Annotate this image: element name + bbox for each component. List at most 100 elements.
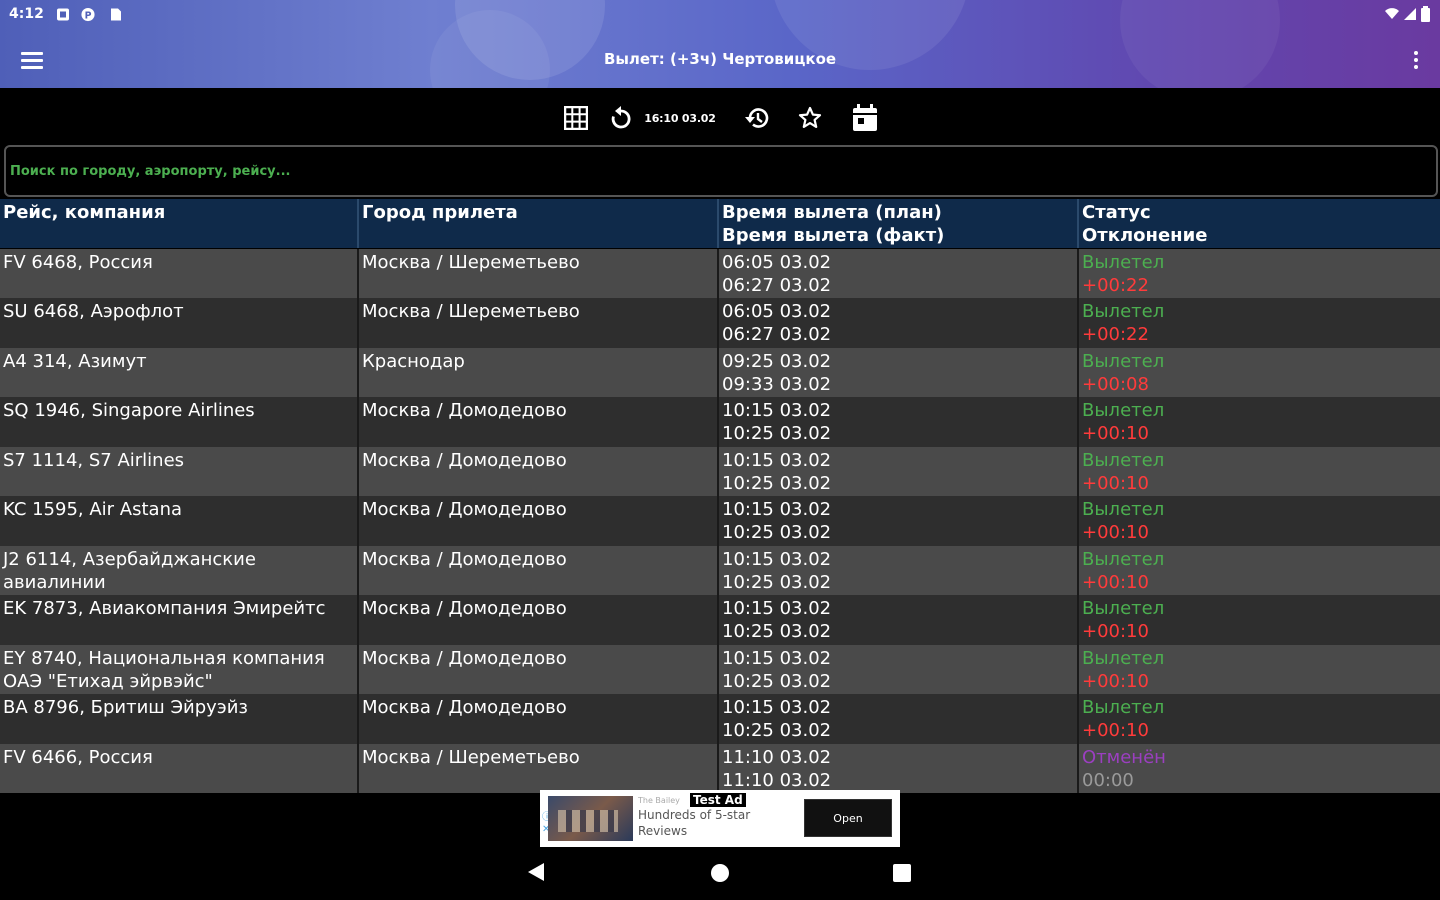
time-fact: 10:25 03.02 [722, 423, 832, 444]
ad-text[interactable]: Hundreds of 5-star Reviews [638, 807, 788, 839]
cell-status: Вылетел +00:10 [1079, 446, 1440, 496]
cell-time: 10:15 03.02 10:25 03.02 [719, 595, 1079, 645]
history-icon[interactable] [743, 103, 771, 133]
cell-flight: A4 314, Азимут [0, 347, 359, 397]
cell-status: Отменён 00:00 [1079, 743, 1440, 793]
update-time: 16:10 03.02 [644, 111, 716, 125]
favorites-star-icon[interactable] [797, 103, 823, 133]
time-plan: 09:25 03.02 [722, 350, 832, 372]
table-row[interactable]: KC 1595, Air Astana Москва / Домодедово 10… [0, 496, 1440, 546]
notification-icon [57, 8, 69, 21]
cell-time: 10:15 03.02 10:25 03.02 [719, 496, 1079, 546]
status-text: Вылетел [1082, 598, 1165, 619]
time-fact: 06:27 03.02 [722, 274, 832, 296]
time-plan: 06:05 03.02 [722, 301, 832, 322]
wifi-icon [1385, 8, 1399, 19]
ad-open-button[interactable]: Open [804, 799, 892, 837]
status-text: Вылетел [1082, 301, 1165, 322]
table-row[interactable]: EK 7873, Авиакомпания Эмирейтс Москва / Д… [0, 595, 1440, 645]
deviation-text: +00:10 [1082, 670, 1149, 692]
table-row[interactable]: J2 6114, Азербайджанские авиалинии Москва… [0, 545, 1440, 595]
time-plan: 10:15 03.02 [722, 499, 832, 520]
deviation-text: +00:10 [1082, 720, 1149, 741]
toolbar: 16:10 03.02 [0, 92, 1440, 144]
table-view-icon[interactable] [563, 103, 589, 133]
status-text: Вылетел [1082, 449, 1165, 471]
app-notification-icon: P [81, 7, 95, 21]
time-fact: 11:10 03.02 [722, 769, 832, 791]
cell-flight: FV 6468, Россия [0, 248, 359, 298]
ad-banner[interactable]: ⓘ ✕ The Bailey Hundreds of 5-star Reviews… [540, 790, 900, 847]
time-plan: 10:15 03.02 [722, 598, 832, 619]
cell-city: Москва / Домодедово [359, 694, 719, 744]
deviation-text: +00:22 [1082, 324, 1149, 345]
cell-status: Вылетел +00:10 [1079, 397, 1440, 447]
time-fact: 09:33 03.02 [722, 373, 832, 395]
table-body: FV 6468, Россия Москва / Шереметьево 06:05… [0, 248, 1440, 793]
status-right-icons [1385, 6, 1430, 22]
cell-city: Москва / Шереметьево [359, 743, 719, 793]
header-flight[interactable]: Рейс, компания [0, 199, 359, 248]
sd-card-icon [111, 8, 121, 21]
time-plan: 10:15 03.02 [722, 697, 832, 718]
header-time[interactable]: Время вылета (план) Время вылета (факт) [719, 199, 1079, 248]
cell-time: 09:25 03.02 09:33 03.02 [719, 347, 1079, 397]
header-status[interactable]: Статус Отклонение [1079, 199, 1440, 248]
status-text: Вылетел [1082, 647, 1165, 669]
cell-time: 10:15 03.02 10:25 03.02 [719, 446, 1079, 496]
status-text: Вылетел [1082, 251, 1165, 273]
time-plan: 10:15 03.02 [722, 548, 832, 570]
deviation-text: +00:22 [1082, 274, 1149, 296]
time-fact: 10:25 03.02 [722, 571, 832, 593]
home-icon[interactable] [711, 864, 729, 882]
table-row[interactable]: FV 6466, Россия Москва / Шереметьево 11:10… [0, 743, 1440, 793]
header-city[interactable]: Город прилета [359, 199, 719, 248]
time-plan: 10:15 03.02 [722, 647, 832, 669]
cell-flight: J2 6114, Азербайджанские авиалинии [0, 545, 359, 595]
table-header: Рейс, компания Город прилета Время вылет… [0, 199, 1440, 249]
cell-city: Москва / Домодедово [359, 397, 719, 447]
table-row[interactable]: EY 8740, Национальная компания ОАЭ "Етих… [0, 644, 1440, 694]
status-text: Вылетел [1082, 499, 1165, 520]
refresh-icon[interactable] [608, 103, 634, 133]
time-fact: 06:27 03.02 [722, 324, 832, 345]
back-icon[interactable] [528, 863, 544, 881]
table-row[interactable]: FV 6468, Россия Москва / Шереметьево 06:05… [0, 248, 1440, 298]
cell-city: Москва / Домодедово [359, 644, 719, 694]
test-ad-label: Test Ad [690, 793, 746, 807]
calendar-icon[interactable] [851, 103, 879, 133]
cell-city: Москва / Домодедово [359, 595, 719, 645]
search-input[interactable] [6, 147, 1436, 195]
deviation-text: 00:00 [1082, 769, 1134, 791]
battery-icon [1421, 6, 1430, 22]
cell-status: Вылетел +00:08 [1079, 347, 1440, 397]
table-row[interactable]: S7 1114, S7 Airlines Москва / Домодедово 1… [0, 446, 1440, 496]
time-plan: 11:10 03.02 [722, 746, 832, 768]
recent-apps-icon[interactable] [893, 864, 911, 882]
table-row[interactable]: SU 6468, Аэрофлот Москва / Шереметьево 06:… [0, 298, 1440, 348]
table-row[interactable]: SQ 1946, Singapore Airlines Москва / Домо… [0, 397, 1440, 447]
status-text: Вылетел [1082, 350, 1165, 372]
status-bar: 4:12 P [0, 0, 1440, 30]
status-text: Вылетел [1082, 697, 1165, 718]
departures-table: Рейс, компания Город прилета Время вылет… [0, 199, 1440, 793]
time-fact: 10:25 03.02 [722, 621, 832, 642]
cell-time: 06:05 03.02 06:27 03.02 [719, 248, 1079, 298]
ad-image[interactable] [548, 796, 633, 841]
deviation-text: +00:10 [1082, 522, 1149, 543]
cell-city: Краснодар [359, 347, 719, 397]
cell-flight: KC 1595, Air Astana [0, 496, 359, 546]
cell-flight: BA 8796, Бритиш Эйруэйз [0, 694, 359, 744]
cell-time: 11:10 03.02 11:10 03.02 [719, 743, 1079, 793]
time-plan: 06:05 03.02 [722, 251, 832, 273]
more-options-icon[interactable] [1410, 48, 1422, 72]
cell-flight: S7 1114, S7 Airlines [0, 446, 359, 496]
status-time: 4:12 [9, 6, 44, 22]
search-field[interactable] [4, 145, 1438, 197]
cell-time: 06:05 03.02 06:27 03.02 [719, 298, 1079, 348]
cell-city: Москва / Домодедово [359, 545, 719, 595]
cell-flight: FV 6466, Россия [0, 743, 359, 793]
table-row[interactable]: A4 314, Азимут Краснодар 09:25 03.02 09:33 … [0, 347, 1440, 397]
cell-status: Вылетел +00:22 [1079, 248, 1440, 298]
table-row[interactable]: BA 8796, Бритиш Эйруэйз Москва / Домодедо… [0, 694, 1440, 744]
